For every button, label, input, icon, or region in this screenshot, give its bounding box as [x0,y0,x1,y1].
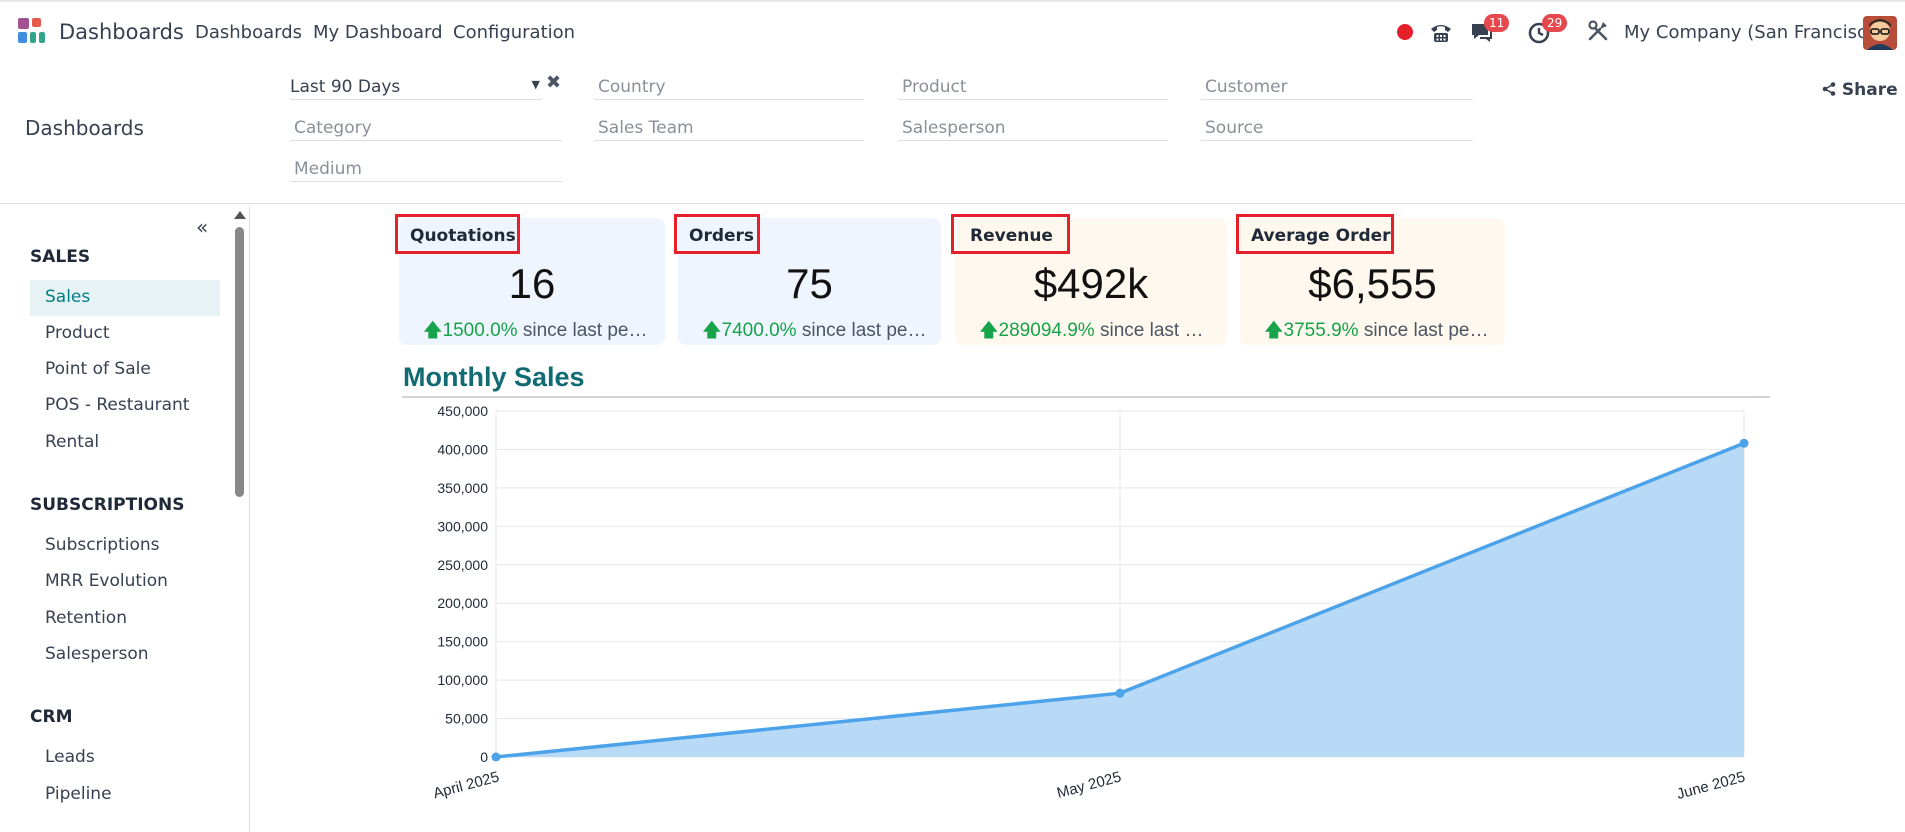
salesperson-filter[interactable]: Salesperson [898,111,1168,141]
page-title: Dashboards [25,116,144,140]
y-tick-label: 350,000 [437,480,488,496]
menu-configuration[interactable]: Configuration [453,22,575,43]
y-tick-label: 450,000 [437,403,488,419]
share-icon [1822,80,1842,100]
sidebar-item-point-of-sale[interactable]: Point of Sale [30,352,220,388]
top-navbar: Dashboards Dashboards My Dashboard Confi… [0,0,1905,62]
menu-dashboards[interactable]: Dashboards [195,22,302,43]
dashboard-sidebar: « SALES Sales Product Point of Sale POS … [0,205,250,832]
kpi-delta-pct: 1500.0% [442,320,518,341]
filter-bar: Dashboards Last 90 Days ▼ ✖ Country Prod… [0,62,1905,204]
kpi-delta-suffix: since last period [1358,320,1491,341]
scrollbar-thumb[interactable] [235,227,244,497]
kpi-delta-pct: 7400.0% [721,320,797,341]
kpi-label: Average Order [1236,214,1394,254]
country-filter[interactable]: Country [594,70,864,100]
category-filter[interactable]: Category [290,111,562,141]
share-label: Share [1841,80,1898,100]
y-tick-label: 250,000 [437,557,488,573]
kpi-card-orders[interactable]: Orders 75 🡅7400.0% since last period [674,214,941,348]
source-filter[interactable]: Source [1201,111,1473,141]
sidebar-item-product[interactable]: Product [30,316,220,352]
apps-menu-icon[interactable] [18,18,48,48]
data-point [1115,688,1125,698]
kpi-delta: 🡅289094.9% since last period [979,316,1213,348]
kpi-label: Revenue [951,214,1070,254]
chart-title: Monthly Sales [403,362,585,392]
sidebar-item-retention[interactable]: Retention [30,601,220,637]
kpi-delta-pct: 3755.9% [1283,320,1359,341]
kpi-delta: 🡅1500.0% since last period [423,316,651,348]
section-crm: CRM [30,707,73,727]
customer-filter[interactable]: Customer [1201,70,1473,100]
data-point [491,752,501,762]
monthly-sales-chart[interactable]: 0 50,000 100,000 150,000 200,000 250,000 300,0… [400,400,1760,820]
product-filter[interactable]: Product [898,70,1168,100]
app-brand[interactable]: Dashboards [59,20,184,44]
date-range-value: Last 90 Days [290,77,401,97]
date-range-select[interactable]: Last 90 Days ▼ [290,70,542,100]
section-sales: SALES [30,247,91,267]
section-subscriptions: SUBSCRIPTIONS [30,495,185,515]
kpi-delta: 🡅3755.9% since last period [1264,316,1491,348]
kpi-card-quotations[interactable]: Quotations 16 🡅1500.0% since last period [395,214,665,348]
y-tick-label: 200,000 [437,595,488,611]
activity-clock-icon[interactable]: 29 [1528,14,1568,46]
kpi-delta: 🡅7400.0% since last period [702,316,927,348]
kpi-label: Quotations [395,214,520,254]
y-tick-label: 0 [480,749,488,765]
collapse-sidebar-icon[interactable]: « [196,215,208,239]
sidebar-item-mrr-evolution[interactable]: MRR Evolution [30,564,220,600]
kpi-delta-suffix: since last period [1099,320,1213,341]
y-tick-label: 300,000 [437,518,488,534]
kpi-value: 75 [786,260,833,307]
arrow-up-icon: 🡅 [423,320,443,341]
tools-icon[interactable] [1587,20,1611,46]
kpi-delta-pct: 289094.9% [998,320,1095,341]
sidebar-item-pipeline[interactable]: Pipeline [30,777,220,813]
phone-icon[interactable] [1428,20,1454,46]
sidebar-item-subscriptions[interactable]: Subscriptions [30,528,220,564]
kpi-value: 16 [508,260,556,307]
sidebar-scrollbar[interactable] [233,205,246,832]
kpi-delta-suffix: since last period [796,320,927,341]
y-tick-label: 100,000 [437,672,488,688]
chart-title-divider [402,396,1770,398]
kpi-value: $6,555 [1308,260,1437,307]
kpi-card-average-order[interactable]: Average Order $6,555 🡅3755.9% since last… [1236,214,1505,348]
sidebar-item-rental[interactable]: Rental [30,425,220,461]
messages-icon[interactable]: 11 [1470,14,1510,46]
kpi-delta-suffix: since last period [517,320,651,341]
share-button[interactable]: Share [1822,80,1898,100]
sidebar-item-sales[interactable]: Sales [30,280,220,316]
kpi-label: Orders [674,214,760,254]
record-dot-icon[interactable] [1397,24,1413,40]
kpi-value: $492k [1033,260,1149,307]
sidebar-item-leads[interactable]: Leads [30,740,220,776]
arrow-up-icon: 🡅 [979,320,999,341]
sidebar-item-salesperson[interactable]: Salesperson [30,637,220,673]
x-tick-label: April 2025 [431,768,501,802]
chevron-down-icon: ▼ [531,78,540,91]
menu-my-dashboard[interactable]: My Dashboard [313,22,443,43]
y-tick-label: 150,000 [437,634,488,650]
arrow-up-icon: 🡅 [1264,320,1284,341]
sidebar-item-pos-restaurant[interactable]: POS - Restaurant [30,388,220,424]
scroll-up-arrow-icon[interactable] [234,211,246,219]
x-tick-label: May 2025 [1055,768,1123,801]
company-switcher[interactable]: My Company (San Francisco) [1624,22,1885,43]
clear-filter-icon[interactable]: ✖ [546,72,561,93]
kpi-card-revenue[interactable]: Revenue $492k 🡅289094.9% since last peri… [951,214,1227,348]
activities-badge: 29 [1542,14,1568,32]
medium-filter[interactable]: Medium [290,152,562,182]
x-tick-label: June 2025 [1675,768,1747,803]
messages-badge: 11 [1484,14,1510,32]
user-avatar[interactable] [1863,16,1897,50]
y-tick-label: 50,000 [445,711,488,727]
y-tick-label: 400,000 [437,441,488,457]
data-point [1739,438,1749,448]
sales-team-filter[interactable]: Sales Team [594,111,864,141]
arrow-up-icon: 🡅 [702,320,722,341]
